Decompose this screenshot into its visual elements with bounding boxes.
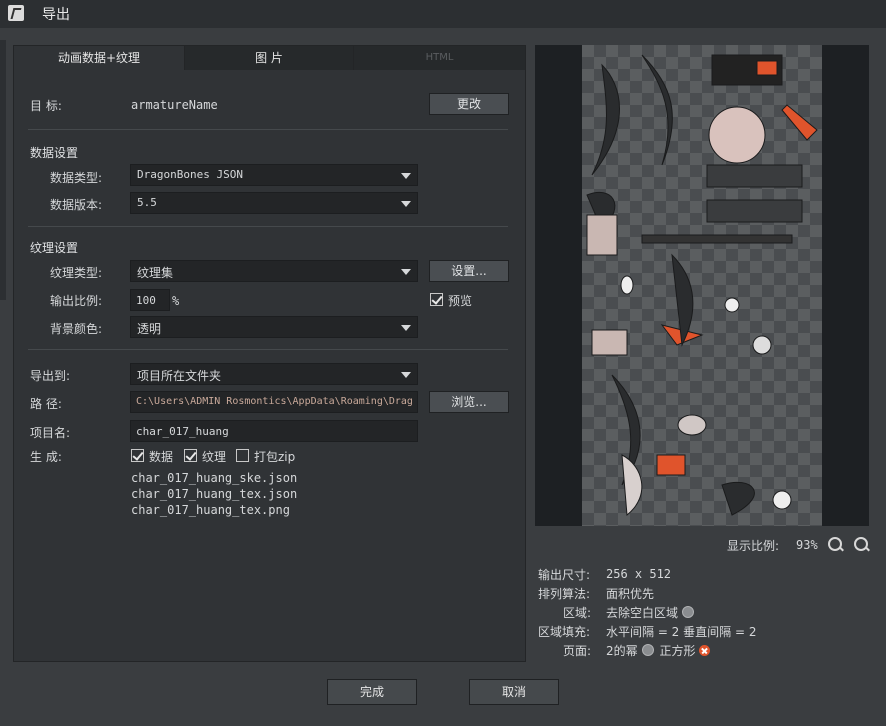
zip-option-label: 打包zip <box>254 450 296 464</box>
bg-color-select[interactable]: 透明 <box>130 316 418 338</box>
zoom-in-icon[interactable] <box>828 537 842 551</box>
region-row: 去除空白区域 <box>606 604 695 621</box>
title-bar: 导出 <box>0 0 886 28</box>
chevron-down-icon <box>401 173 411 179</box>
data-type-label: 数据类型: <box>50 171 103 185</box>
chevron-down-icon <box>401 201 411 207</box>
output-size-value: 256 x 512 <box>606 567 672 581</box>
region-value: 去除空白区域 <box>606 606 679 620</box>
browse-button[interactable]: 浏览... <box>429 391 509 413</box>
output-scale-input[interactable]: 100 <box>130 289 170 311</box>
page-value: 2的幂 <box>606 644 638 658</box>
texture-settings-button[interactable]: 设置... <box>429 260 509 282</box>
data-checkbox[interactable] <box>131 449 144 462</box>
texture-atlas-image <box>582 45 822 526</box>
tab-html[interactable]: HTML <box>354 46 526 70</box>
data-option-label: 数据 <box>149 450 174 464</box>
change-target-button[interactable]: 更改 <box>429 93 509 115</box>
window-title: 导出 <box>42 7 70 23</box>
gear-icon[interactable] <box>682 606 695 618</box>
done-button[interactable]: 完成 <box>327 679 417 705</box>
page-label: 页面: <box>563 644 592 658</box>
texture-checkbox[interactable] <box>184 449 197 462</box>
percent-unit: % <box>172 294 180 308</box>
data-settings-title: 数据设置 <box>30 146 79 160</box>
region-label: 区域: <box>563 606 592 620</box>
gear-icon[interactable] <box>641 644 654 656</box>
output-size-label: 输出尺寸: <box>538 568 591 582</box>
bg-color-label: 背景颜色: <box>50 322 103 336</box>
chevron-down-icon <box>401 372 411 378</box>
data-type-select[interactable]: DragonBones JSON <box>130 164 418 186</box>
tab-animation-texture[interactable]: 动画数据+纹理 <box>14 46 185 70</box>
output-scale-label: 输出比例: <box>50 294 103 308</box>
preview-label: 预览 <box>448 294 473 308</box>
close-icon[interactable] <box>699 645 711 656</box>
generate-label: 生 成: <box>30 450 62 464</box>
zip-checkbox[interactable] <box>236 449 249 462</box>
chevron-down-icon <box>401 269 411 275</box>
texture-settings-title: 纹理设置 <box>30 241 79 255</box>
project-name-value: char_017_huang <box>136 425 229 438</box>
texture-type-label: 纹理类型: <box>50 266 103 280</box>
background-strip <box>0 40 6 300</box>
output-file: char_017_huang_tex.png <box>131 503 290 517</box>
data-version-value: 5.5 <box>137 196 157 209</box>
divider <box>28 129 508 130</box>
path-input[interactable]: C:\Users\ADMIN Rosmontics\AppData\Roamin… <box>130 391 418 413</box>
algorithm-value: 面积优先 <box>606 587 655 601</box>
export-to-value: 项目所在文件夹 <box>137 369 222 383</box>
padding-value: 水平间隔 = 2 垂直间隔 = 2 <box>606 625 757 639</box>
texture-type-select[interactable]: 纹理集 <box>130 260 418 282</box>
zoom-label: 显示比例: <box>727 539 780 553</box>
path-label: 路 径: <box>30 397 62 411</box>
output-file: char_017_huang_ske.json <box>131 471 298 485</box>
cancel-button[interactable]: 取消 <box>469 679 559 705</box>
tab-image[interactable]: 图 片 <box>185 46 354 70</box>
data-version-label: 数据版本: <box>50 198 103 212</box>
bg-color-value: 透明 <box>137 322 162 336</box>
texture-preview[interactable] <box>535 45 869 526</box>
padding-label: 区域填充: <box>538 625 591 639</box>
preview-checkbox[interactable] <box>430 293 443 306</box>
target-value: armatureName <box>131 98 218 112</box>
texture-option-label: 纹理 <box>202 450 227 464</box>
data-type-value: DragonBones JSON <box>137 168 243 181</box>
target-label: 目 标: <box>30 99 62 113</box>
export-settings-panel: 动画数据+纹理 图 片 HTML 目 标: armatureName 更改 数据… <box>13 45 526 662</box>
path-value: C:\Users\ADMIN Rosmontics\AppData\Roamin… <box>136 396 413 407</box>
zoom-value: 93% <box>796 538 818 552</box>
divider <box>28 226 508 227</box>
algorithm-label: 排列算法: <box>538 587 591 601</box>
page-square-value: 正方形 <box>659 644 696 658</box>
page-row: 2的幂 正方形 <box>606 642 711 659</box>
divider <box>28 349 508 350</box>
project-name-input[interactable]: char_017_huang <box>130 420 418 442</box>
zoom-out-icon[interactable] <box>854 537 868 551</box>
chevron-down-icon <box>401 325 411 331</box>
output-scale-value: 100 <box>136 294 156 307</box>
texture-type-value: 纹理集 <box>137 266 174 280</box>
export-to-select[interactable]: 项目所在文件夹 <box>130 363 418 385</box>
project-name-label: 项目名: <box>30 426 71 440</box>
output-file: char_017_huang_tex.json <box>131 487 298 501</box>
export-to-label: 导出到: <box>30 369 71 383</box>
app-icon <box>8 5 24 21</box>
data-version-select[interactable]: 5.5 <box>130 192 418 214</box>
